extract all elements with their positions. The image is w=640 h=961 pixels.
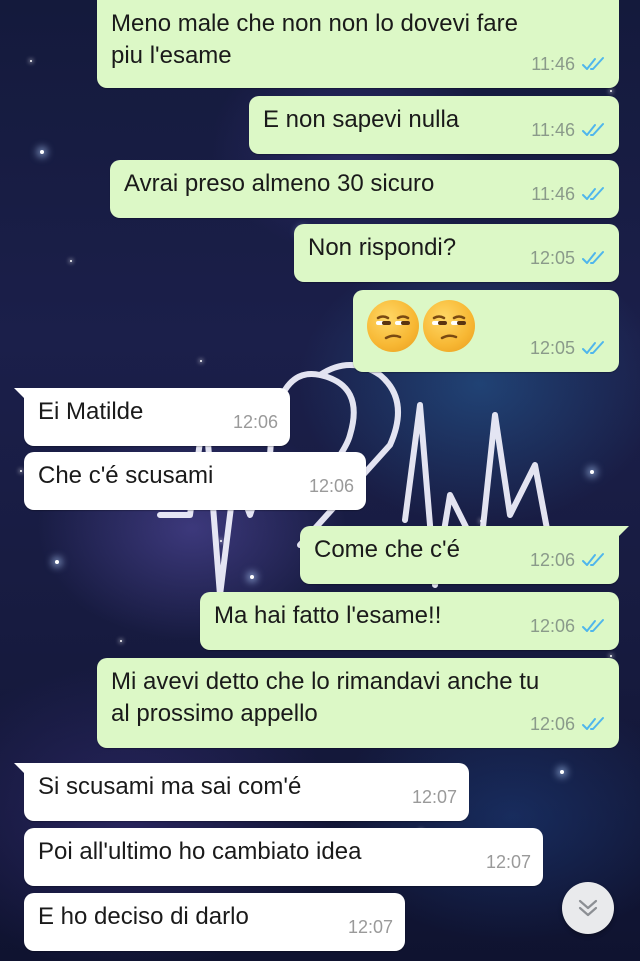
message-text: Poi all'ultimo ho cambiato idea [38,838,362,865]
message-bubble-outgoing[interactable]: Meno male che non non lo dovevi fare piu… [97,0,619,88]
message-bubble-outgoing[interactable]: Avrai preso almeno 30 sicuro 11:46 [110,160,619,218]
message-time: 11:46 [531,184,575,204]
message-time: 12:05 [529,248,575,268]
read-ticks-icon [582,553,604,566]
wallpaper-star [70,260,72,262]
message-time: 12:06 [308,476,354,496]
message-meta: 11:46 [531,114,607,146]
emoji-row [367,300,475,352]
message-meta: 11:46 [531,48,607,80]
message-bubble-outgoing[interactable]: Non rispondi? 12:05 [294,224,619,282]
message-meta: 12:06 [309,470,354,502]
message-bubble-incoming[interactable]: Ei Matilde 12:06 [14,388,290,446]
wallpaper-star [610,655,612,657]
unamused-face-icon [423,300,475,352]
message-meta: 12:06 [233,406,278,438]
wallpaper-star [560,770,564,774]
read-ticks-icon [582,251,604,264]
message-meta: 12:05 [530,242,607,274]
message-meta: 12:07 [412,781,457,813]
message-text: E ho deciso di darlo [38,903,249,930]
message-time: 12:07 [485,852,531,872]
wallpaper-star [20,470,22,472]
message-bubble-incoming[interactable]: E ho deciso di darlo 12:07 [24,893,405,951]
bubble-tail [14,763,26,775]
read-ticks-icon [582,123,604,136]
bubble-tail [617,526,629,538]
message-bubble-outgoing[interactable]: 12:05 [353,290,619,372]
message-meta: 12:07 [348,911,393,943]
wallpaper-star [55,560,59,564]
message-bubble-incoming[interactable]: Che c'é scusami 12:06 [24,452,366,510]
wallpaper-star [40,150,44,154]
message-meta: 12:06 [530,544,607,576]
message-time: 12:06 [529,550,575,570]
message-bubble-outgoing[interactable]: Mi avevi detto che lo rimandavi anche tu… [97,658,619,748]
message-bubble-outgoing[interactable]: Come che c'é 12:06 [300,526,629,584]
message-time: 12:05 [529,338,575,358]
wallpaper-star [590,470,594,474]
message-time: 11:46 [531,120,575,140]
message-time: 12:06 [529,714,575,734]
message-time: 12:06 [232,412,278,432]
message-meta: 12:07 [486,846,531,878]
message-meta: 12:06 [530,708,607,740]
read-ticks-icon [582,187,604,200]
read-ticks-icon [582,717,604,730]
double-chevron-down-icon [578,899,598,917]
message-time: 12:07 [347,917,393,937]
wallpaper-star [30,60,32,62]
message-time: 11:46 [531,54,575,74]
bubble-tail [14,388,26,400]
message-meta: 12:05 [530,332,607,364]
wallpaper-star [610,90,612,92]
message-text: Si scusami ma sai com'é [38,773,302,800]
read-ticks-icon [582,57,604,70]
wallpaper-star [120,640,122,642]
message-meta: 11:46 [531,178,607,210]
message-meta: 12:06 [530,610,607,642]
scroll-to-bottom-button[interactable] [562,882,614,934]
read-ticks-icon [582,341,604,354]
message-bubble-incoming[interactable]: Si scusami ma sai com'é 12:07 [14,763,469,821]
unamused-face-icon [367,300,419,352]
message-time: 12:06 [529,616,575,636]
message-bubble-outgoing[interactable]: E non sapevi nulla 11:46 [249,96,619,154]
message-bubble-incoming[interactable]: Poi all'ultimo ho cambiato idea 12:07 [24,828,543,886]
message-time: 12:07 [411,787,457,807]
message-bubble-outgoing[interactable]: Ma hai fatto l'esame!! 12:06 [200,592,619,650]
read-ticks-icon [582,619,604,632]
message-text: Che c'é scusami [38,462,214,489]
